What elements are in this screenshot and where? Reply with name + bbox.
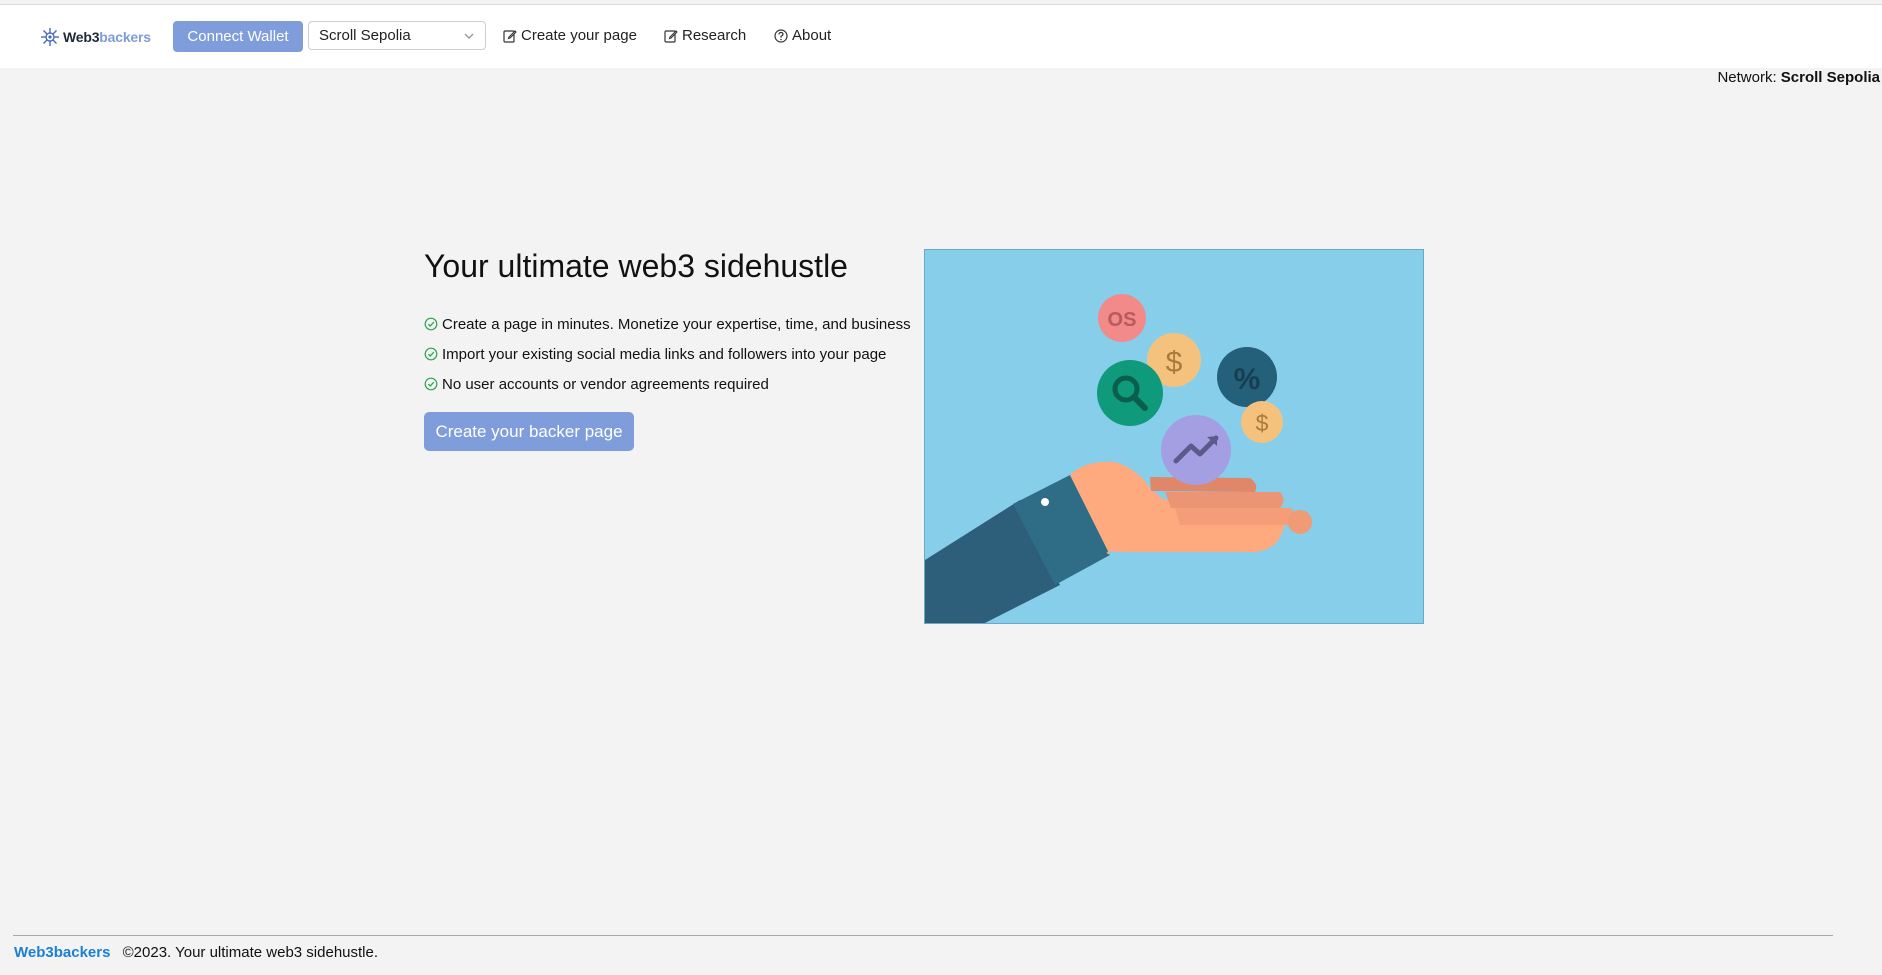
navbar: Web3backers Connect Wallet Scroll Sepoli… — [0, 5, 1882, 68]
edit-icon — [503, 29, 517, 43]
nav-link-label: Create your page — [521, 27, 637, 44]
question-circle-icon — [774, 28, 788, 43]
edit-icon — [664, 29, 678, 43]
hero-title: Your ultimate web3 sidehustle — [424, 248, 848, 284]
check-circle-icon — [424, 317, 438, 331]
network-readout-value: Scroll Sepolia — [1780, 69, 1880, 86]
footer-copyright: ©2023. Your ultimate web3 sidehustle. — [122, 944, 379, 961]
coin-percent-label: % — [1234, 363, 1261, 396]
check-circle-icon — [424, 377, 438, 391]
feature-text: Import your existing social media links … — [442, 345, 887, 363]
feature-item: Create a page in minutes. Monetize your … — [424, 309, 911, 339]
feature-item: Import your existing social media links … — [424, 339, 911, 369]
create-backer-page-button[interactable]: Create your backer page — [424, 412, 634, 451]
coin-search — [1097, 360, 1163, 426]
feature-text: Create a page in minutes. Monetize your … — [442, 315, 911, 333]
nav-link-research[interactable]: Research — [664, 27, 746, 44]
footer: Web3backers ©2023. Your ultimate web3 si… — [14, 944, 378, 961]
network-readout-label: Network: — [1717, 69, 1777, 86]
nav-link-create-page[interactable]: Create your page — [503, 27, 637, 44]
nav-link-label: About — [792, 27, 832, 44]
feature-text: No user accounts or vendor agreements re… — [442, 375, 769, 393]
hand-with-coins-illustration: OS $ % $ — [925, 294, 1312, 623]
coin-os-label: OS — [1108, 309, 1137, 331]
logo-text: Web3backers — [63, 29, 151, 45]
hero-illustration: OS $ % $ — [924, 249, 1424, 624]
coin-dollar-small: $ — [1241, 401, 1283, 443]
network-readout: Network: Scroll Sepolia — [1717, 69, 1880, 86]
chevron-down-icon — [464, 33, 474, 39]
network-select[interactable]: Scroll Sepolia — [308, 21, 486, 50]
coin-trend — [1161, 415, 1231, 485]
nav-link-label: Research — [682, 27, 747, 44]
logo-text-part2: backers — [99, 29, 151, 45]
nav-link-about[interactable]: About — [774, 27, 831, 44]
logo[interactable]: Web3backers — [40, 27, 151, 47]
coin-os: OS — [1098, 294, 1146, 342]
check-circle-icon — [424, 347, 438, 361]
coin-dollar-small-label: $ — [1256, 410, 1269, 436]
coin-percent: % — [1217, 347, 1277, 407]
footer-brand-link[interactable]: Web3backers — [14, 944, 110, 961]
coin-dollar-label: $ — [1166, 346, 1183, 379]
network-select-value: Scroll Sepolia — [319, 27, 411, 44]
footer-divider — [13, 935, 1833, 936]
feature-list: Create a page in minutes. Monetize your … — [424, 309, 911, 399]
logo-text-part1: Web3 — [63, 29, 100, 45]
feature-item: No user accounts or vendor agreements re… — [424, 369, 911, 399]
logo-icon — [41, 28, 59, 46]
connect-wallet-button[interactable]: Connect Wallet — [173, 21, 303, 52]
